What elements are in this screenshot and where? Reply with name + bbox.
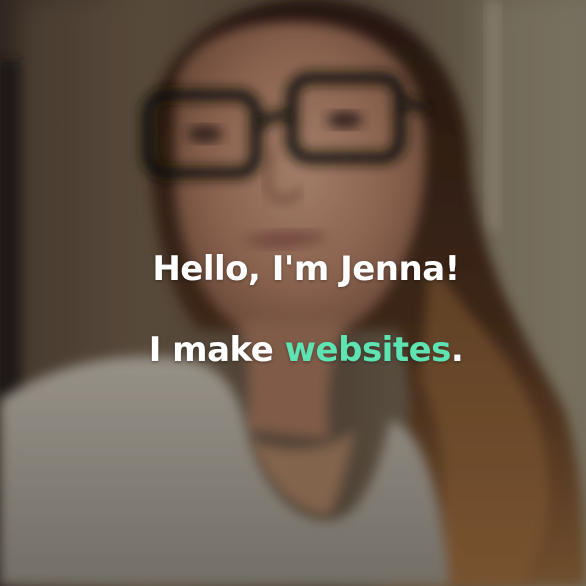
- tagline-suffix: .: [450, 330, 464, 370]
- hero-text-block: Hello, I'm Jenna! I make websites.: [0, 0, 586, 586]
- hero-section: Hello, I'm Jenna! I make websites.: [0, 0, 586, 586]
- hero-greeting-heading: Hello, I'm Jenna!: [152, 249, 460, 289]
- tagline-highlight: websites: [284, 330, 452, 370]
- tagline-prefix: I make: [148, 330, 285, 370]
- hero-tagline: I make websites.: [0, 324, 586, 376]
